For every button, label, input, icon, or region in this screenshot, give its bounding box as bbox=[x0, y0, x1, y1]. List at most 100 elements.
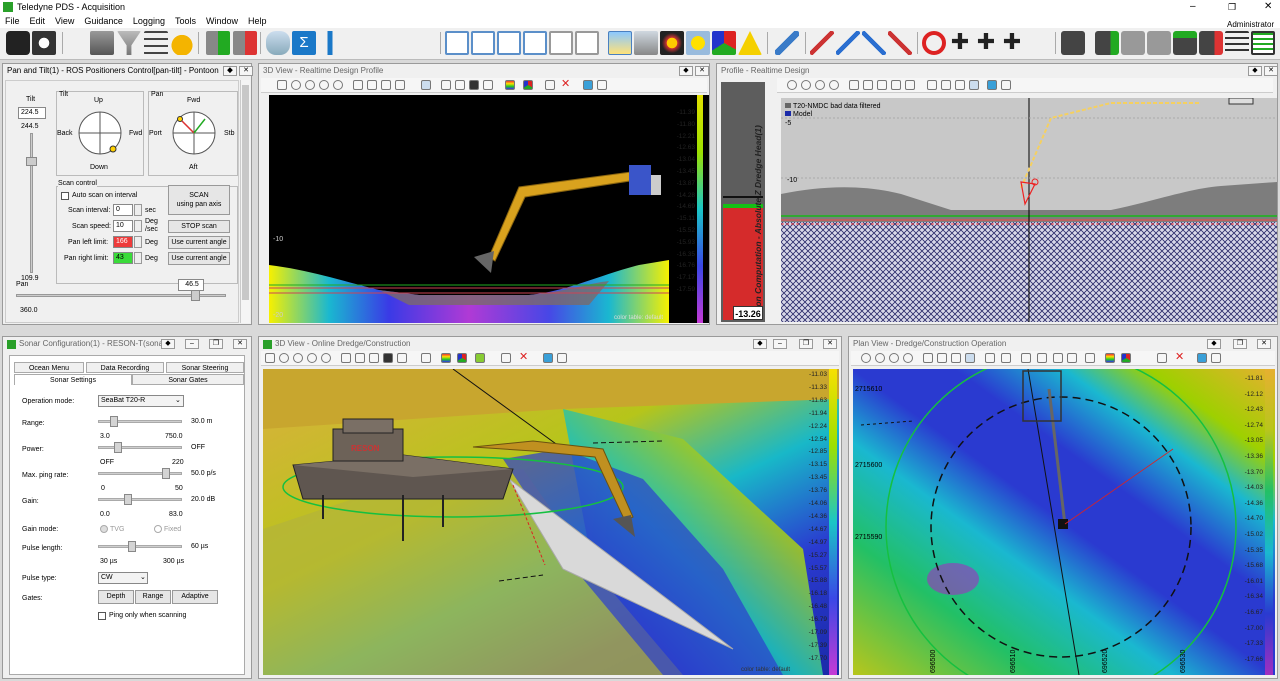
zoom-in-icon[interactable] bbox=[787, 80, 797, 90]
menu-window[interactable]: Window bbox=[201, 14, 243, 28]
save-icon[interactable] bbox=[1061, 31, 1085, 55]
zoom-window-icon[interactable] bbox=[815, 80, 825, 90]
redo-icon[interactable] bbox=[1067, 353, 1077, 363]
zoom-window-icon[interactable] bbox=[889, 353, 899, 363]
windows-icon[interactable] bbox=[597, 80, 607, 90]
export-icon[interactable] bbox=[1037, 353, 1047, 363]
gate-depth-button[interactable]: Depth bbox=[98, 590, 134, 604]
measure-icon[interactable] bbox=[341, 353, 351, 363]
vertical-scrollbar[interactable] bbox=[240, 80, 250, 323]
filter-icon[interactable] bbox=[90, 31, 114, 55]
color-scale-icon[interactable] bbox=[505, 80, 515, 90]
minimize-icon[interactable]: – bbox=[773, 339, 787, 349]
zoom-extent-icon[interactable] bbox=[903, 353, 913, 363]
tilt-dial[interactable] bbox=[76, 109, 124, 157]
restore-icon[interactable]: ❐ bbox=[1233, 339, 1247, 349]
delete-icon[interactable]: ✕ bbox=[561, 79, 571, 90]
ruler-icon[interactable] bbox=[355, 353, 365, 363]
use-current-angle-right-button[interactable]: Use current angle bbox=[168, 252, 230, 265]
save-start-icon[interactable] bbox=[1095, 31, 1119, 55]
zoom-out-icon[interactable] bbox=[293, 353, 303, 363]
rgb-cubes-icon[interactable] bbox=[712, 31, 736, 55]
pen-icon[interactable] bbox=[421, 353, 431, 363]
restore-icon[interactable]: ❐ bbox=[209, 339, 223, 349]
power-slider-thumb[interactable] bbox=[114, 442, 122, 453]
minimize-icon[interactable]: – bbox=[1190, 0, 1196, 14]
ping-only-checkbox[interactable] bbox=[98, 612, 106, 620]
pan-vertical-icon[interactable] bbox=[863, 80, 873, 90]
glasses-icon[interactable] bbox=[545, 80, 555, 90]
pen-icon[interactable] bbox=[775, 31, 799, 55]
fit-icon[interactable] bbox=[265, 353, 275, 363]
pulse-length-slider[interactable] bbox=[98, 545, 182, 548]
zoom-extent-icon[interactable] bbox=[829, 80, 839, 90]
fit-icon[interactable] bbox=[277, 80, 287, 90]
undo-icon[interactable] bbox=[1053, 353, 1063, 363]
menu-help[interactable]: Help bbox=[243, 14, 272, 28]
arrow-blue-icon[interactable] bbox=[836, 31, 860, 55]
grid-icon[interactable] bbox=[369, 353, 379, 363]
sigma-icon[interactable]: Σ bbox=[292, 31, 316, 55]
terrain-icon[interactable] bbox=[475, 353, 485, 363]
dredge-3d-canvas[interactable]: RESON color table: default -11.03 -11.33 -… bbox=[263, 369, 839, 675]
pin-icon[interactable]: ◆ bbox=[1207, 339, 1221, 349]
list-check-icon[interactable] bbox=[1225, 31, 1249, 55]
pan-right-spinner[interactable] bbox=[134, 252, 142, 264]
measure-icon[interactable] bbox=[441, 80, 451, 90]
pan-left-spinner[interactable] bbox=[134, 236, 142, 248]
window-2-icon[interactable] bbox=[523, 31, 547, 55]
sun-night-icon[interactable] bbox=[660, 31, 684, 55]
range-slider-thumb[interactable] bbox=[110, 416, 118, 427]
ruler-icon[interactable] bbox=[955, 80, 965, 90]
weather-icon[interactable] bbox=[608, 31, 632, 55]
expand-horizontal-icon[interactable] bbox=[905, 80, 915, 90]
scan-speed-input[interactable]: 10 bbox=[113, 220, 133, 232]
chevron-down-icon[interactable]: ⌄ bbox=[175, 396, 181, 404]
glasses-icon[interactable] bbox=[501, 353, 511, 363]
pan-dial[interactable] bbox=[170, 109, 218, 157]
arrow-in-icon[interactable] bbox=[206, 31, 230, 55]
zoom-out-icon[interactable] bbox=[305, 80, 315, 90]
power-slider[interactable] bbox=[98, 446, 182, 449]
zoom-extent-icon[interactable] bbox=[321, 353, 331, 363]
eraser-icon[interactable] bbox=[266, 31, 290, 55]
zoom-out-icon[interactable] bbox=[875, 353, 885, 363]
rotate-red-icon[interactable] bbox=[888, 31, 912, 55]
save-img-icon[interactable] bbox=[1147, 31, 1171, 55]
expand-vertical-icon[interactable] bbox=[877, 80, 887, 90]
pan-horizontal-icon[interactable] bbox=[353, 80, 363, 90]
menu-edit[interactable]: Edit bbox=[25, 14, 51, 28]
fixed-radio[interactable] bbox=[154, 525, 162, 533]
window-1-icon[interactable] bbox=[497, 31, 521, 55]
maximize-icon[interactable]: ❐ bbox=[1228, 0, 1236, 14]
scan-button[interactable]: SCAN using pan axis bbox=[168, 185, 230, 215]
pan-slider-thumb[interactable] bbox=[191, 290, 200, 301]
measure-icon[interactable] bbox=[941, 80, 951, 90]
gate-adaptive-button[interactable]: Adaptive bbox=[172, 590, 218, 604]
window-icon[interactable] bbox=[445, 31, 469, 55]
save-wcs-icon[interactable] bbox=[1121, 31, 1145, 55]
frame-icon[interactable] bbox=[483, 80, 493, 90]
scan-interval-spinner[interactable] bbox=[134, 204, 142, 216]
close-icon[interactable]: ✕ bbox=[1264, 66, 1278, 76]
menu-guidance[interactable]: Guidance bbox=[79, 14, 128, 28]
pen-icon[interactable] bbox=[969, 80, 979, 90]
window-3-icon[interactable] bbox=[549, 31, 573, 55]
pin-icon[interactable]: ◆ bbox=[161, 339, 175, 349]
data-grid-icon[interactable] bbox=[1251, 31, 1275, 55]
layers-icon[interactable] bbox=[1121, 353, 1131, 363]
minimize-icon[interactable]: – bbox=[185, 339, 199, 349]
menu-file[interactable]: File bbox=[0, 14, 25, 28]
warning-icon[interactable] bbox=[738, 31, 762, 55]
tab-sonar-gates[interactable]: Sonar Gates bbox=[132, 374, 244, 385]
ruler-icon[interactable] bbox=[455, 80, 465, 90]
color-scale-icon[interactable] bbox=[441, 353, 451, 363]
window-4-icon[interactable] bbox=[575, 31, 599, 55]
tab-ocean-menu[interactable]: Ocean Menu bbox=[14, 362, 84, 373]
compress-vertical-icon[interactable] bbox=[395, 80, 405, 90]
pan-vertical-icon[interactable] bbox=[367, 80, 377, 90]
expand-vertical-icon[interactable] bbox=[381, 80, 391, 90]
camera-icon[interactable] bbox=[469, 80, 479, 90]
rotate-blue-icon[interactable] bbox=[862, 31, 886, 55]
rotate-icon[interactable] bbox=[927, 80, 937, 90]
